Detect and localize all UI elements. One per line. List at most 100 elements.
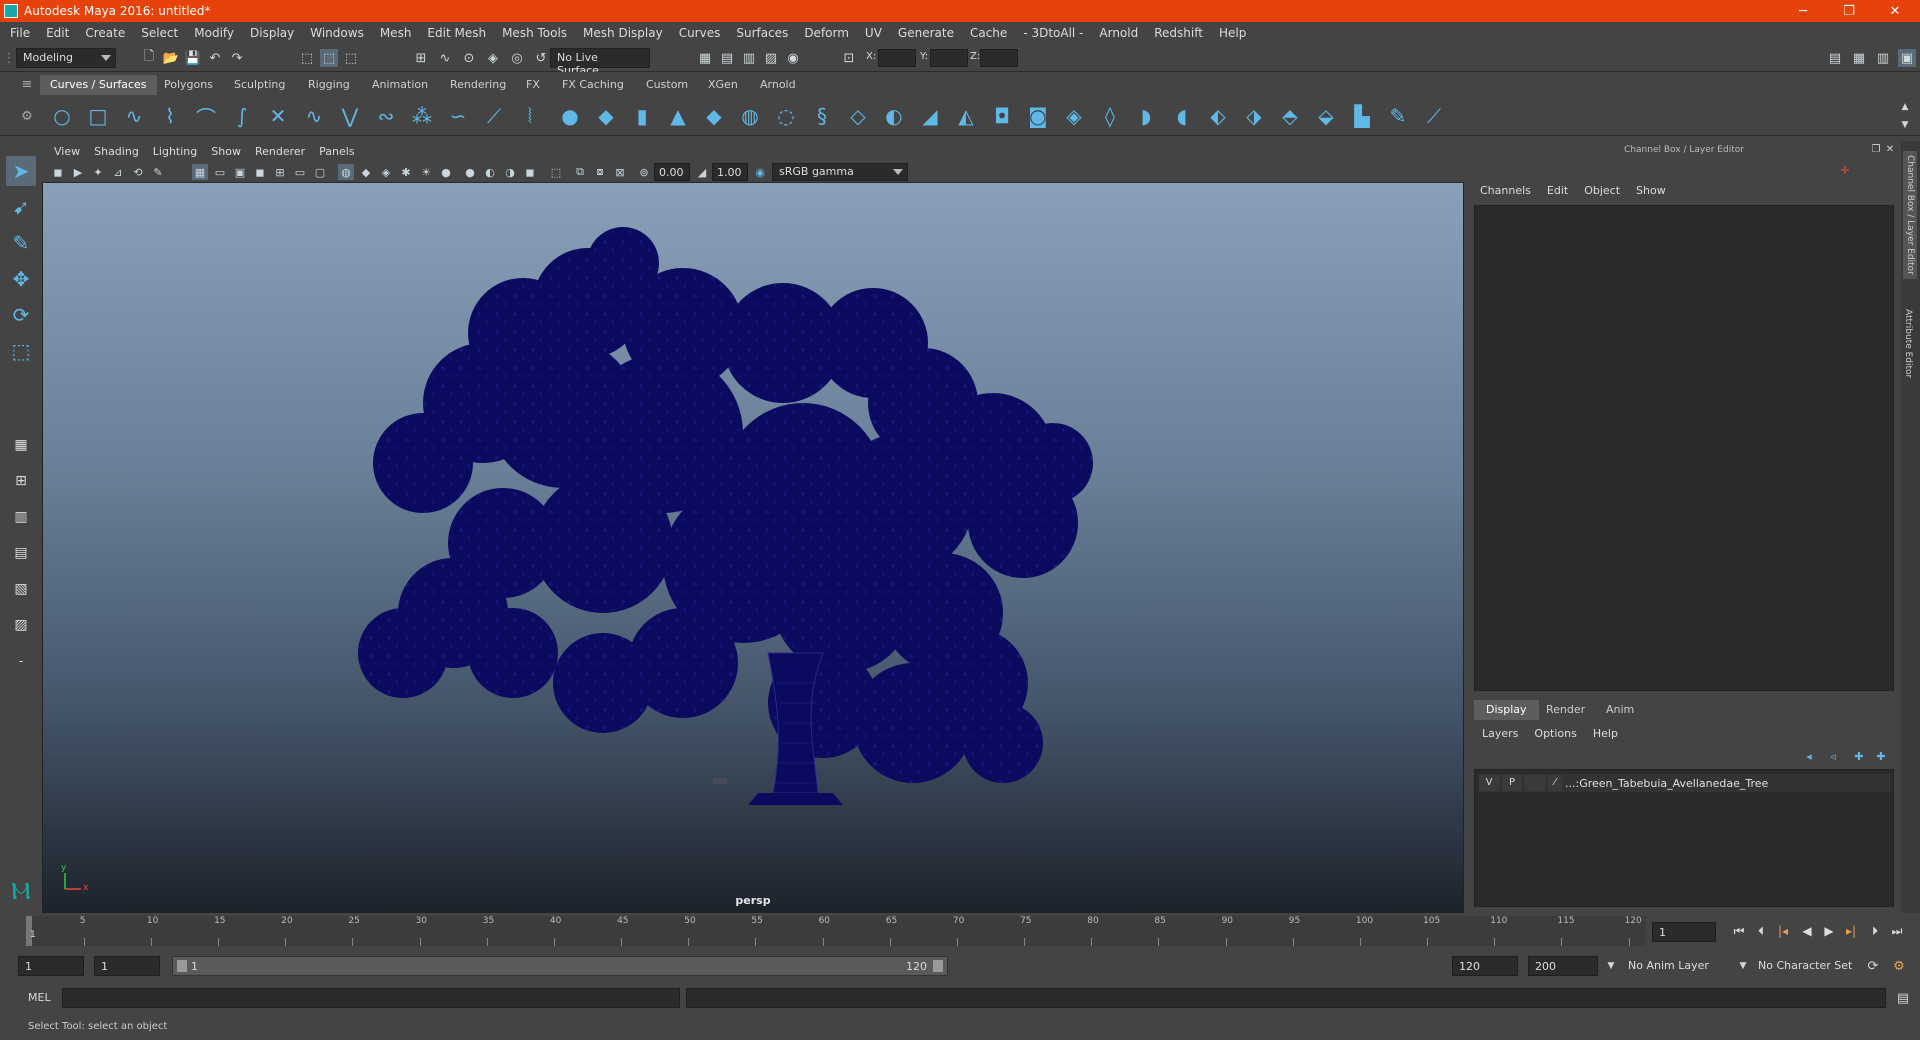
insert-isoparm-icon[interactable]: ⬙: [1312, 102, 1340, 130]
camera-attributes-icon[interactable]: ▶: [70, 164, 86, 180]
shelf-tab-curves-surfaces[interactable]: Curves / Surfaces: [40, 75, 157, 95]
close-button[interactable]: ✕: [1872, 0, 1918, 22]
move-tool-icon[interactable]: ✥: [6, 264, 36, 294]
wireframe-on-shaded-icon[interactable]: ◈: [378, 164, 394, 180]
safe-action-icon[interactable]: ▭: [292, 164, 308, 180]
shelf-tab-sculpting[interactable]: Sculpting: [224, 75, 295, 95]
select-tool-icon[interactable]: ➤: [6, 156, 36, 186]
multisample-aa-icon[interactable]: ◑: [502, 164, 518, 180]
layer-tab-anim[interactable]: Anim: [1594, 700, 1646, 720]
mel-label[interactable]: MEL: [28, 991, 51, 1004]
shelf-scroll-down-icon[interactable]: ▼: [1896, 116, 1914, 134]
single-perspective-layout-icon[interactable]: ▦: [6, 430, 36, 460]
tree-model[interactable]: [43, 183, 1463, 912]
character-set-dropdown[interactable]: No Character Set: [1752, 956, 1862, 976]
animation-preferences-icon[interactable]: ⚙: [1890, 957, 1908, 975]
menu-create[interactable]: Create: [85, 26, 125, 40]
shelf-tab-fx-caching[interactable]: FX Caching: [552, 75, 634, 95]
cb-menu-show[interactable]: Show: [1636, 184, 1666, 202]
toggle-attribute-editor-icon[interactable]: ▦: [1850, 49, 1868, 67]
exposure-field[interactable]: 0.00: [654, 163, 690, 181]
birail-icon[interactable]: ◢: [916, 102, 944, 130]
new-empty-layer-icon[interactable]: ✚: [1850, 747, 1868, 765]
image-plane-icon[interactable]: ⊿: [110, 164, 126, 180]
shelf-tab-fx[interactable]: FX: [516, 75, 550, 95]
render-settings-icon[interactable]: ▨: [762, 49, 780, 67]
snap-edge-icon[interactable]: ↺: [532, 49, 550, 67]
resolution-gate-icon[interactable]: ▣: [232, 164, 248, 180]
shelf-tab-custom[interactable]: Custom: [636, 75, 698, 95]
untrim-icon[interactable]: ◖: [1168, 102, 1196, 130]
transform-mode-icon[interactable]: ⊡: [840, 49, 858, 67]
play-forwards-icon[interactable]: ▶: [1820, 922, 1838, 940]
loft-icon[interactable]: §: [808, 102, 836, 130]
rotate-tool-icon[interactable]: ⟳: [6, 300, 36, 330]
nurbs-circle-icon[interactable]: ○: [48, 102, 76, 130]
persp-outliner-layout-icon[interactable]: ▥: [6, 502, 36, 532]
menu-curves[interactable]: Curves: [679, 26, 721, 40]
chevron-down-icon[interactable]: ▼: [1734, 957, 1752, 975]
uv-editor-layout-icon[interactable]: ▨: [6, 610, 36, 640]
screen-space-ao-icon[interactable]: ●: [462, 164, 478, 180]
menu-cache[interactable]: Cache: [970, 26, 1007, 40]
menu-surfaces[interactable]: Surfaces: [736, 26, 788, 40]
shelf-tab-animation[interactable]: Animation: [362, 75, 438, 95]
toggle-modeling-toolkit-icon[interactable]: ▤: [1826, 49, 1844, 67]
custom-layout-icon[interactable]: -: [6, 646, 36, 676]
side-tab-attribute-editor[interactable]: Attribute Editor: [1903, 309, 1913, 378]
hypershade-icon[interactable]: ◉: [784, 49, 802, 67]
paint-select-tool-icon[interactable]: ✎: [6, 228, 36, 258]
xray-icon[interactable]: ⧉: [572, 164, 588, 180]
curve-detach-icon[interactable]: ⋁: [336, 102, 364, 130]
shelf-scroll-up-icon[interactable]: ▲: [1896, 98, 1914, 116]
vp-menu-shading[interactable]: Shading: [94, 145, 139, 158]
lasso-tool-icon[interactable]: ➹: [6, 192, 36, 222]
vp-menu-renderer[interactable]: Renderer: [255, 145, 305, 158]
field-chart-icon[interactable]: ⊞: [272, 164, 288, 180]
persp-graph-layout-icon[interactable]: ▤: [6, 538, 36, 568]
grid-toggle-icon[interactable]: ▦: [192, 164, 208, 180]
bezier-curve-icon[interactable]: ⌒: [192, 102, 220, 130]
le-menu-help[interactable]: Help: [1593, 727, 1618, 740]
shadows-icon[interactable]: ●: [438, 164, 454, 180]
manipulator-icon[interactable]: ✛: [1838, 163, 1852, 177]
curve-attach-icon[interactable]: ∿: [300, 102, 328, 130]
menu-deform[interactable]: Deform: [804, 26, 849, 40]
rebuild-surface-icon[interactable]: ▙: [1348, 102, 1376, 130]
step-forward-key-icon[interactable]: ⏵: [1866, 922, 1884, 940]
x-field[interactable]: [878, 49, 916, 67]
shelf-tab-rendering[interactable]: Rendering: [440, 75, 516, 95]
use-all-lights-icon[interactable]: ☀: [418, 164, 434, 180]
bookmark-icon[interactable]: ✦: [90, 164, 106, 180]
anim-layer-dropdown[interactable]: No Anim Layer: [1622, 956, 1732, 976]
gamma-icon[interactable]: ◢: [694, 164, 710, 180]
planar-icon[interactable]: ◇: [844, 102, 872, 130]
select-hierarchy-icon[interactable]: ⬚: [298, 49, 316, 67]
render-sequence-icon[interactable]: ▤: [718, 49, 736, 67]
minimize-button[interactable]: ─: [1780, 0, 1826, 22]
snap-point-icon[interactable]: ⊙: [460, 49, 478, 67]
attach-surfaces-icon[interactable]: ⬖: [1204, 102, 1232, 130]
snap-view-icon[interactable]: ◈: [484, 49, 502, 67]
rebuild-curve-icon[interactable]: ⟋: [480, 102, 508, 130]
nurbs-cylinder-icon[interactable]: ▮: [628, 102, 656, 130]
insert-knot-icon[interactable]: ∾: [372, 102, 400, 130]
shelf-tab-xgen[interactable]: XGen: [698, 75, 748, 95]
extrude-icon[interactable]: ◐: [880, 102, 908, 130]
bevel-plus-icon[interactable]: ◭: [952, 102, 980, 130]
nurbs-torus-icon[interactable]: ◍: [736, 102, 764, 130]
open-close-surface-icon[interactable]: ⬘: [1276, 102, 1304, 130]
menu-3dtoall[interactable]: - 3DtoAll -: [1023, 26, 1083, 40]
move-layer-up-icon[interactable]: ◂: [1800, 747, 1818, 765]
intersect-icon[interactable]: ◈: [1060, 102, 1088, 130]
cb-menu-channels[interactable]: Channels: [1480, 184, 1531, 202]
close-panel-icon[interactable]: ✕: [1884, 143, 1896, 155]
arc-tool-icon[interactable]: ✕: [264, 102, 292, 130]
offset-curve-icon[interactable]: ∽: [444, 102, 472, 130]
shelf-tab-arnold[interactable]: Arnold: [750, 75, 806, 95]
range-end-handle[interactable]: [933, 960, 943, 972]
ep-curve-icon[interactable]: ⌇: [156, 102, 184, 130]
nurbs-square-icon[interactable]: □: [84, 102, 112, 130]
redo-icon[interactable]: ↷: [228, 49, 246, 67]
y-field[interactable]: [930, 49, 968, 67]
